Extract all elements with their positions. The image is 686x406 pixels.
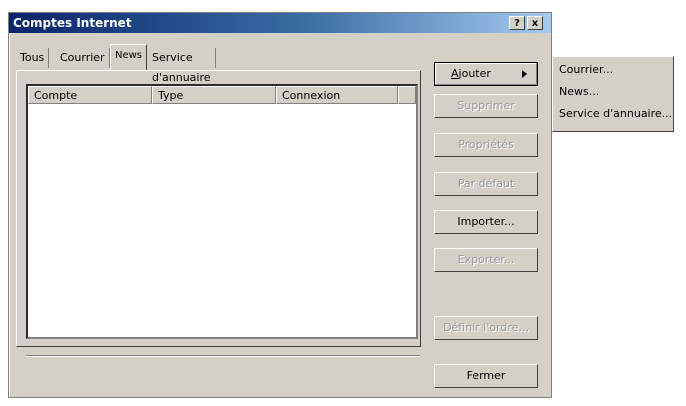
export-button[interactable]: Exporter...	[434, 248, 538, 272]
import-button[interactable]: Importer...	[434, 210, 538, 234]
tab-service-annuaire[interactable]: Service d'annuaire	[148, 48, 216, 84]
properties-button[interactable]: Propriétés	[434, 133, 538, 157]
column-header-type[interactable]: Type	[152, 86, 276, 104]
accounts-list[interactable]: Compte Type Connexion	[26, 84, 418, 339]
title-bar: Comptes Internet ? x	[9, 13, 551, 33]
set-order-button[interactable]: Définir l'ordre...	[434, 316, 538, 340]
tab-courrier[interactable]: Courrier	[56, 48, 110, 68]
set-default-button[interactable]: Par défaut	[434, 172, 538, 196]
submenu-arrow-icon	[522, 70, 527, 78]
close-dialog-button[interactable]: Fermer	[434, 364, 538, 388]
add-button[interactable]: Ajouter	[434, 62, 538, 86]
dialog-title: Comptes Internet	[13, 16, 132, 30]
help-button[interactable]: ?	[509, 16, 525, 30]
footer-separator	[26, 355, 420, 357]
column-header-filler	[398, 86, 416, 104]
close-button[interactable]: x	[527, 16, 543, 30]
remove-button[interactable]: Supprimer	[434, 94, 538, 118]
tab-tous[interactable]: Tous	[16, 48, 50, 68]
menu-item-courrier[interactable]: Courrier...	[559, 63, 613, 76]
tab-news[interactable]: News	[110, 44, 148, 70]
column-header-connexion[interactable]: Connexion	[276, 86, 398, 104]
column-header-compte[interactable]: Compte	[28, 86, 152, 104]
menu-item-news[interactable]: News...	[559, 85, 599, 98]
add-button-label: Ajouter	[451, 67, 491, 80]
add-submenu: Courrier... News... Service d'annuaire..…	[552, 56, 674, 132]
menu-item-service-annuaire[interactable]: Service d'annuaire...	[559, 107, 672, 120]
